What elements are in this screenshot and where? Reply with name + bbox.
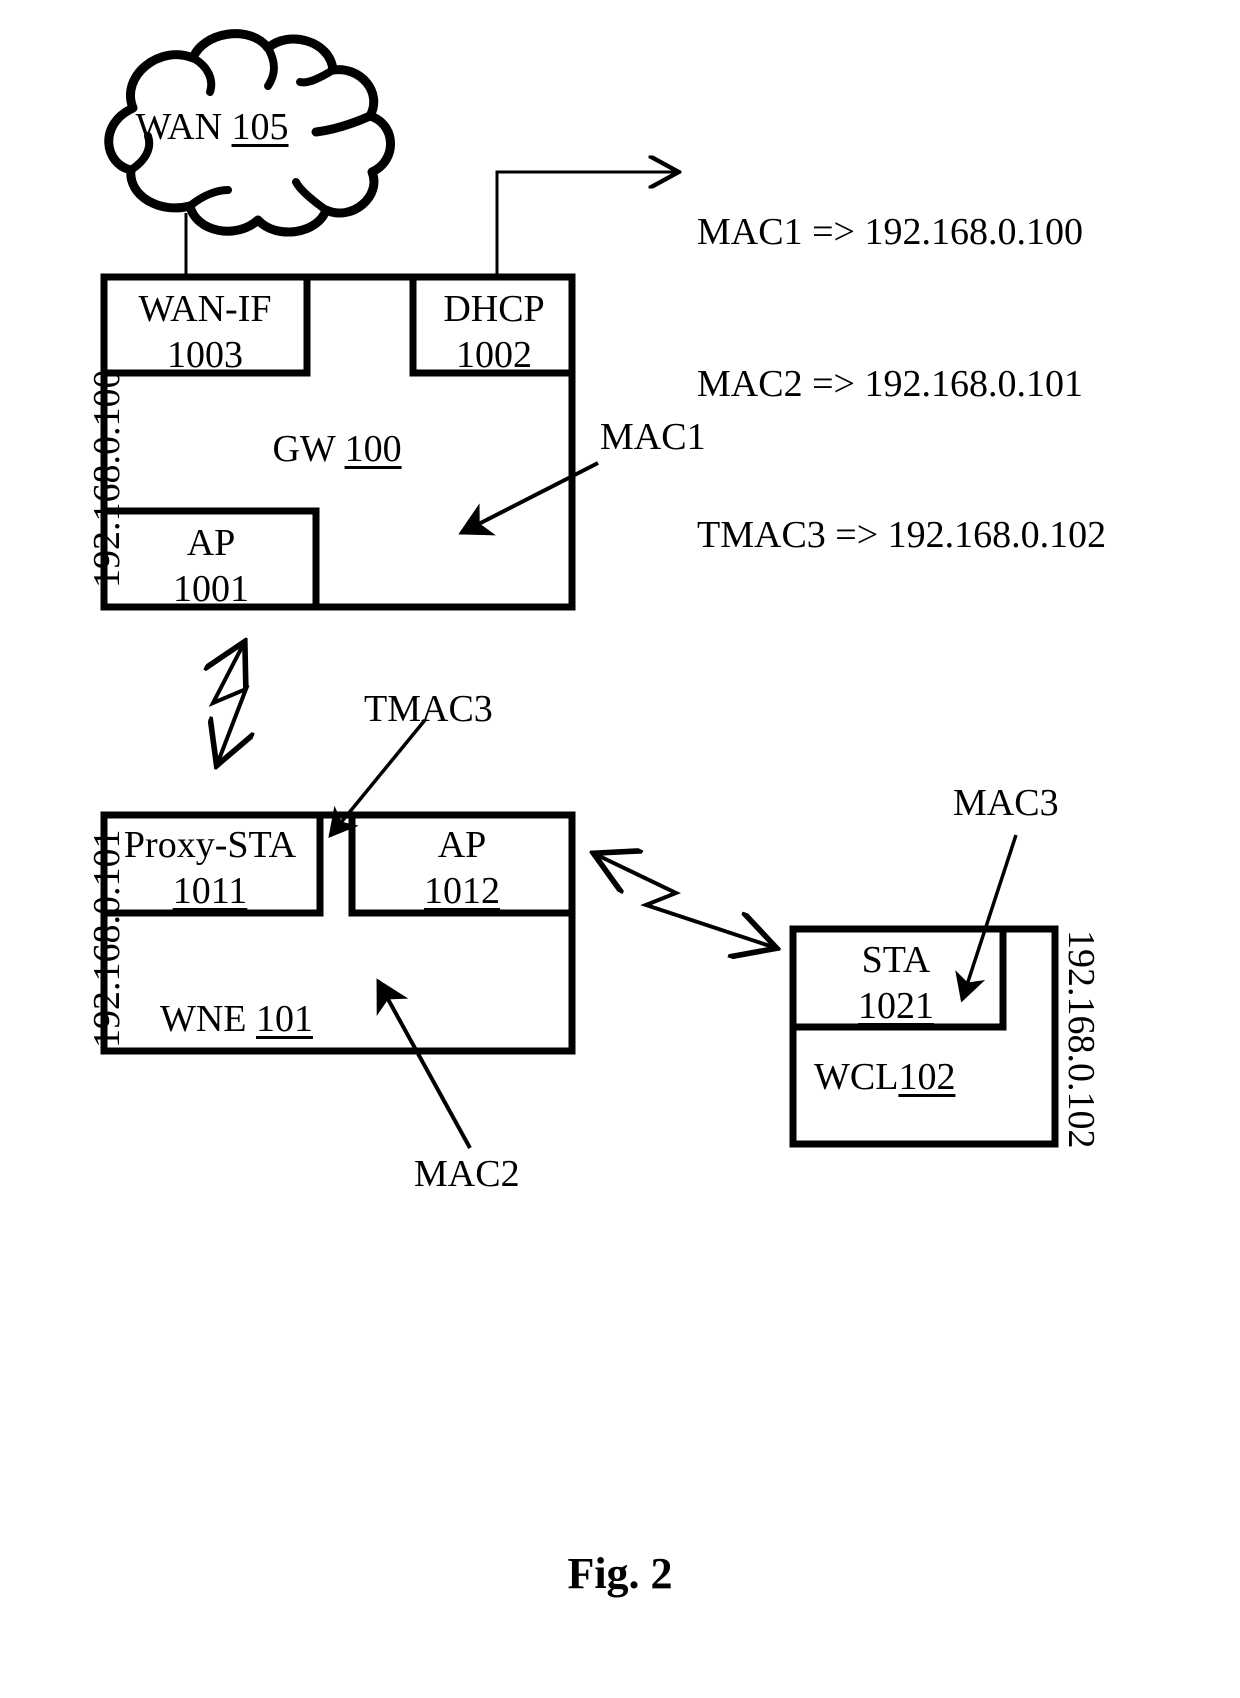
- mac1-annotation: MAC1: [600, 416, 706, 458]
- wan-if-label-text: WAN-IF: [138, 288, 272, 330]
- mac2-annotation: MAC2: [414, 1153, 520, 1195]
- extender-client-wireless-link: [597, 855, 773, 947]
- extender-label: WNE 101: [160, 1000, 313, 1038]
- wan-label-text: WAN: [135, 106, 223, 148]
- gateway-ap-label: AP: [187, 524, 236, 562]
- extender-ip-label: 192.168.0.101: [86, 829, 128, 1049]
- proxy-sta-label: Proxy-STA: [124, 826, 296, 864]
- sta-label-text: STA: [861, 939, 931, 981]
- mac-ip-mapping-row: MAC2 => 192.168.0.101: [697, 362, 1083, 405]
- client-ip-label: 192.168.0.102: [1060, 930, 1102, 1149]
- mac2-pointer-arrow: [376, 978, 472, 1149]
- proxy-sta-label-text: Proxy-STA: [123, 824, 297, 866]
- wan-ref-number: 105: [231, 106, 289, 148]
- wan-cloud-label: WAN 105: [135, 108, 288, 146]
- wan-if-label: WAN-IF: [139, 290, 272, 328]
- mac-ip-mapping-list: MAC1 => 192.168.0.100 MAC2 => 192.168.0.…: [697, 106, 1106, 662]
- gateway-label-text: GW: [272, 428, 336, 470]
- mac3-pointer-arrow: [955, 834, 1018, 1003]
- extender-label-text: WNE: [160, 998, 247, 1040]
- tmac3-annotation: TMAC3: [364, 688, 493, 730]
- proxy-sta-ref-number: 1011: [172, 870, 248, 912]
- dhcp-map-leader-arrow: [495, 172, 676, 277]
- client-label: WCL102: [814, 1058, 955, 1096]
- extender-ap-label-text: AP: [437, 824, 487, 866]
- mac1-pointer-arrow: [458, 461, 599, 536]
- gateway-label: GW 100: [272, 430, 401, 468]
- figure-caption: Fig. 2: [567, 1549, 673, 1598]
- mac-ip-mapping-row: TMAC3 => 192.168.0.102: [697, 514, 1107, 557]
- gateway-ip-label: 192.168.0.100: [86, 369, 128, 589]
- wan-if-ref-number: 1003: [167, 334, 243, 376]
- client-ref-number: 102: [898, 1056, 956, 1098]
- extender-ap-label: AP: [438, 826, 487, 864]
- gateway-extender-wireless-link: [213, 645, 246, 762]
- gateway-ref-number: 100: [344, 428, 402, 470]
- mac3-annotation: MAC3: [953, 782, 1059, 824]
- sta-ref-number: 1021: [858, 985, 934, 1027]
- dhcp-ref-number: 1002: [456, 334, 532, 376]
- extender-ap-ref-number: 1012: [424, 870, 500, 912]
- extender-ref-number: 101: [256, 998, 314, 1040]
- client-label-text: WCL: [814, 1056, 899, 1098]
- gateway-ap-ref-number: 1001: [173, 568, 249, 610]
- figure-page: WAN 105 MAC1 => 192.168.0.100 MAC2 => 19…: [0, 0, 1240, 1698]
- dhcp-label: DHCP: [443, 290, 544, 328]
- mac-ip-mapping-row: MAC1 => 192.168.0.100: [697, 211, 1083, 254]
- gateway-ap-label-text: AP: [186, 522, 236, 564]
- dhcp-label-text: DHCP: [443, 288, 545, 330]
- sta-label: STA: [862, 941, 931, 979]
- tmac3-pointer-arrow: [328, 718, 427, 839]
